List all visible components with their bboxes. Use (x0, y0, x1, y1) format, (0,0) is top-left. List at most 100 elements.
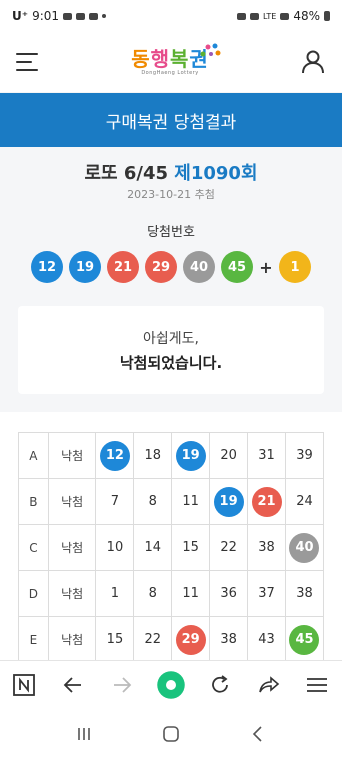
table-row: E 낙첨 15 22 29 38 43 45 (18, 616, 325, 663)
winning-ball: 40 (183, 251, 215, 283)
ticket-number: 39 (284, 432, 325, 479)
ticket-number: 22 (209, 524, 249, 571)
matched-ball: 12 (99, 440, 130, 471)
table-row: D 낙첨 1 8 11 36 37 38 (18, 570, 325, 617)
back-icon[interactable] (243, 719, 273, 749)
bluetooth-icon (250, 12, 260, 20)
game-label: D (18, 570, 49, 617)
result-message-line2: 낙첨되었습니다. (119, 354, 223, 372)
menu-lines-icon[interactable] (302, 670, 332, 700)
green-circle-icon[interactable] (156, 670, 186, 700)
table-row: B 낙첨 7 8 11 19 21 24 (18, 478, 325, 525)
draw-info-section: 로또 6/45 제1090회 2023-10-21 추첨 당첨번호 12 19 … (0, 147, 342, 412)
ticket-number: 43 (247, 616, 286, 663)
app-header: 동행복권 DongHaeng Lottery (0, 32, 342, 92)
ticket-number: 20 (209, 432, 249, 479)
ticket-number: 19 (209, 478, 249, 525)
winning-ball: 19 (69, 251, 101, 283)
alarm-icon (237, 12, 247, 20)
ticket-number: 19 (171, 432, 211, 479)
ticket-number: 8 (133, 570, 173, 617)
naver-n-icon[interactable] (9, 670, 39, 700)
game-label: E (18, 616, 49, 663)
game-label: C (18, 524, 49, 571)
matched-ball: 29 (175, 624, 206, 655)
game-status: 낙첨 (47, 524, 97, 571)
more-dot-icon (102, 14, 107, 18)
page-title-bar: 구매복권 당첨결과 (0, 93, 342, 147)
bonus-ball: 1 (279, 251, 311, 283)
matched-ball: 19 (175, 440, 206, 471)
game-status: 낙첨 (47, 478, 97, 525)
youtube-icon (76, 12, 86, 20)
back-arrow-icon[interactable] (58, 670, 88, 700)
cloud-icon (63, 12, 73, 20)
ticket-number: 15 (171, 524, 211, 571)
draw-round: 제1090회 (174, 163, 258, 184)
draw-date: 2023-10-21 추첨 (127, 188, 215, 201)
system-nav-bar (0, 708, 342, 760)
game-status: 낙첨 (47, 432, 97, 479)
ticket-number: 15 (95, 616, 135, 663)
game-label: A (18, 432, 49, 479)
ticket-number: 22 (133, 616, 173, 663)
winning-numbers: 12 19 21 29 40 45 + 1 (0, 251, 342, 283)
winning-ball: 29 (145, 251, 177, 283)
table-row: A 낙첨 12 18 19 20 31 39 (18, 432, 325, 479)
game-name: 로또 6/45 (84, 163, 169, 184)
forward-arrow-icon[interactable] (107, 670, 137, 700)
status-bar: U⁺ 9:01 LTE 48% (0, 0, 342, 32)
time-label: 9:01 (32, 9, 60, 23)
hamburger-icon[interactable] (16, 53, 40, 71)
ticket-number: 7 (95, 478, 135, 525)
logo-text: 동행복권 (131, 47, 209, 71)
recents-icon[interactable] (69, 719, 99, 749)
matched-ball: 45 (289, 624, 320, 655)
game-status: 낙첨 (47, 570, 97, 617)
ticket-number: 38 (284, 570, 325, 617)
matched-ball: 19 (213, 486, 244, 517)
winning-ball: 45 (221, 251, 253, 283)
ticket-table: A 낙첨 12 18 19 20 31 39 B 낙첨 7 8 11 19 21… (18, 432, 325, 663)
ticket-number: 37 (247, 570, 286, 617)
winning-ball: 12 (31, 251, 63, 283)
matched-ball: 21 (251, 486, 282, 517)
table-row: C 낙첨 10 14 15 22 38 40 (18, 524, 325, 571)
ticket-number: 31 (247, 432, 286, 479)
ticket-number: 40 (284, 524, 325, 571)
draw-title: 로또 6/45 제1090회 (0, 159, 342, 185)
ticket-number: 12 (95, 432, 135, 479)
ticket-number: 24 (284, 478, 325, 525)
battery-label: 48% (293, 9, 320, 23)
ticket-number: 21 (247, 478, 286, 525)
plus-sign: + (259, 257, 273, 277)
user-icon[interactable] (300, 49, 326, 75)
ticket-number: 36 (209, 570, 249, 617)
logo-burst-icon (200, 43, 221, 57)
page-title: 구매복권 당첨결과 (105, 112, 237, 133)
ticket-number: 14 (133, 524, 173, 571)
game-status: 낙첨 (47, 616, 97, 663)
logo-subtitle: DongHaeng Lottery (141, 70, 199, 76)
share-icon[interactable] (254, 670, 284, 700)
browser-toolbar (0, 660, 342, 708)
ticket-number: 10 (95, 524, 135, 571)
network-label: LTE (263, 11, 277, 21)
winning-numbers-label: 당첨번호 (147, 225, 195, 240)
ticket-table-section: A 낙첨 12 18 19 20 31 39 B 낙첨 7 8 11 19 21… (0, 412, 342, 663)
logo[interactable]: 동행복권 DongHaeng Lottery (131, 43, 221, 76)
ticket-number: 18 (133, 432, 173, 479)
ticket-number: 38 (247, 524, 286, 571)
home-icon[interactable] (156, 719, 186, 749)
game-label: B (18, 478, 49, 525)
result-message-line1: 아쉽게도, (143, 331, 199, 347)
winning-ball: 21 (107, 251, 139, 283)
ticket-number: 1 (95, 570, 135, 617)
cup-icon (89, 12, 99, 20)
refresh-icon[interactable] (205, 670, 235, 700)
ticket-number: 45 (284, 616, 325, 663)
result-card: 아쉽게도, 낙첨되었습니다. (18, 306, 324, 394)
ticket-number: 29 (171, 616, 211, 663)
battery-icon (324, 11, 330, 21)
matched-ball: 40 (289, 532, 320, 563)
